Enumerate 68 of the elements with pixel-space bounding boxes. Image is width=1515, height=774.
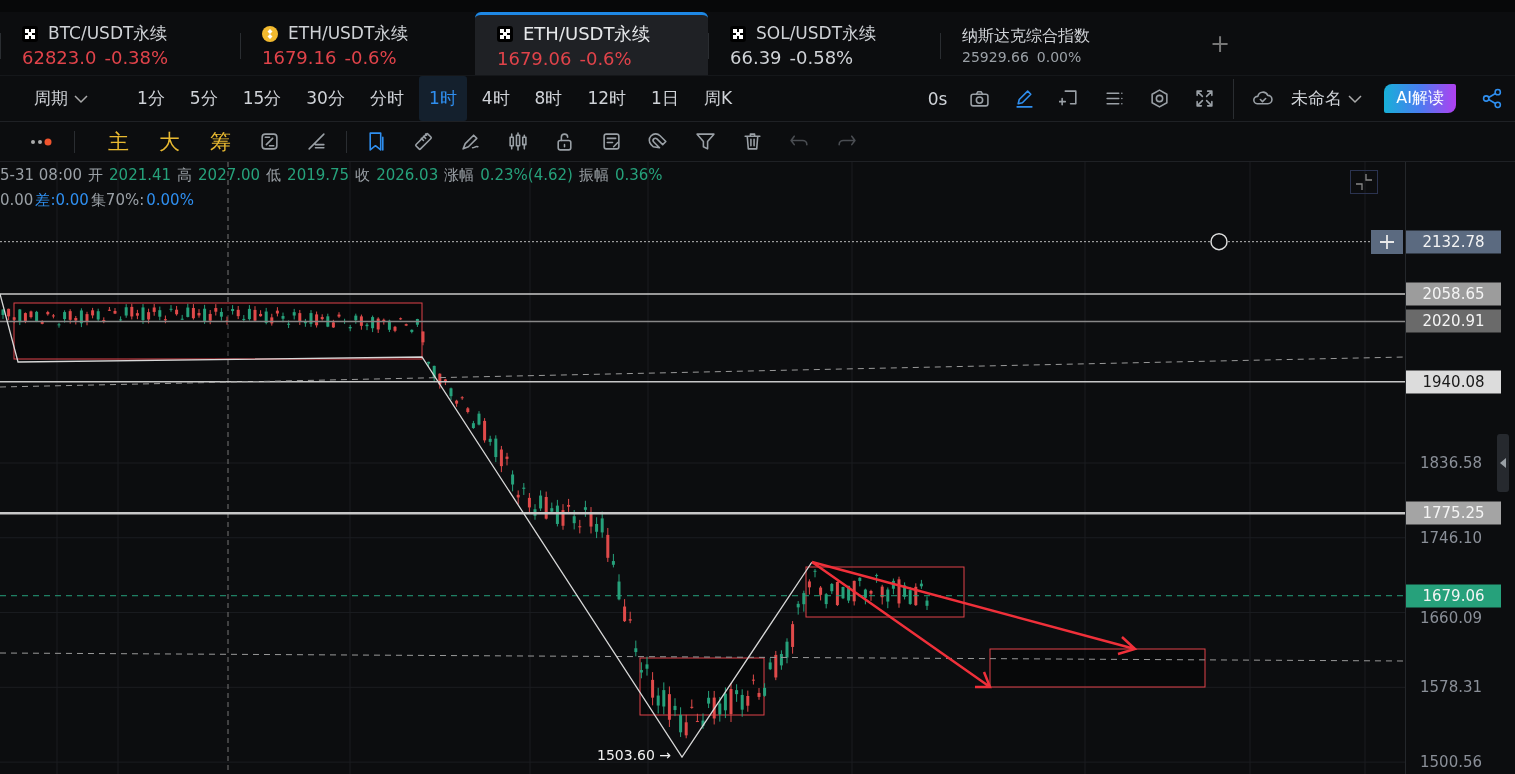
price-text: 1679.06 xyxy=(497,47,572,69)
ohlc-value: 2027.00 xyxy=(198,166,261,185)
symbol-name: ETH/USDT永续 xyxy=(523,21,651,46)
indicator-button[interactable]: 主 xyxy=(106,127,131,156)
price-tag: 1679.06 xyxy=(1406,584,1501,608)
low-price-label: 1503.60 → xyxy=(597,747,672,763)
ohlc-value: 0.23%(4.62) xyxy=(480,166,573,185)
change-text: -0.6% xyxy=(344,47,397,68)
symbol-name: SOL/USDT永续 xyxy=(756,22,877,45)
symbol-name: BTC/USDT永续 xyxy=(48,22,168,45)
change-text: -0.6% xyxy=(579,47,632,69)
indicator-button[interactable]: 筹 xyxy=(208,127,233,156)
ohlc-label: 收 xyxy=(355,166,371,185)
countdown-button[interactable]: 0s xyxy=(917,76,958,121)
period-dropdown[interactable]: 周期 xyxy=(24,76,98,121)
ohlc-value: 0.36% xyxy=(614,166,663,185)
market-tab[interactable]: ETH/USDT永续 1679.16 -0.6% xyxy=(240,12,475,75)
price-tick: 1836.58 xyxy=(1420,454,1483,472)
interval-tab[interactable]: 分时 xyxy=(359,76,414,121)
price-text: 66.39 xyxy=(730,47,782,68)
change-text: -0.58% xyxy=(789,47,854,68)
interval-tab[interactable]: 1时 xyxy=(418,76,467,121)
price-tag: 2132.78 xyxy=(1406,230,1501,254)
layout-name[interactable]: 未命名 xyxy=(1291,76,1343,121)
interval-tab[interactable]: 1日 xyxy=(641,76,689,121)
symbol-name: 纳斯达克综合指数 xyxy=(962,25,1090,47)
ohlc-label: 涨幅 xyxy=(444,166,475,185)
ohlc-label: 低 xyxy=(266,166,282,185)
ohlc-value: 2021.41 xyxy=(109,166,172,185)
market-tab[interactable]: BTC/USDT永续 62823.0 -0.38% xyxy=(0,12,240,75)
indicator-button[interactable]: 大 xyxy=(157,127,182,156)
interval-tab[interactable]: 1分 xyxy=(127,76,175,121)
indicator-text: 集70%: xyxy=(90,191,145,210)
ohlc-label: 振幅 xyxy=(578,166,609,185)
add-tab-button[interactable]: + xyxy=(1210,29,1231,58)
price-text: 1679.16 xyxy=(262,47,337,68)
change-text: -0.38% xyxy=(104,47,169,68)
price-tick: 1746.10 xyxy=(1420,528,1483,547)
ohlc-value: 2019.75 xyxy=(287,166,350,185)
price-tag: 1775.25 xyxy=(1406,501,1501,525)
interval-tab[interactable]: 4时 xyxy=(471,76,520,121)
market-tab[interactable]: ETH/USDT永续 1679.06 -0.6% xyxy=(475,12,708,75)
ohlc-label: 开 xyxy=(88,166,104,185)
indicator-text: 差:0.00 xyxy=(35,191,89,210)
indicator-text: 0.00% xyxy=(146,191,194,210)
bar-time: 5-31 08:00 xyxy=(0,166,83,185)
interval-tab[interactable]: 15分 xyxy=(232,76,292,121)
interval-tab[interactable]: 8时 xyxy=(524,76,573,121)
symbol-name: ETH/USDT永续 xyxy=(288,22,409,45)
price-tag: 2020.91 xyxy=(1406,309,1501,333)
interval-tab[interactable]: 5分 xyxy=(179,76,228,121)
price-tick: 1500.56 xyxy=(1420,753,1483,772)
interval-tab[interactable]: 30分 xyxy=(296,76,355,121)
ai-button[interactable]: AI解读 xyxy=(1384,84,1456,113)
price-tag: 1940.08 xyxy=(1406,370,1501,394)
interval-tab[interactable]: 周K xyxy=(693,76,743,121)
price-text: 62823.0 xyxy=(22,47,97,68)
price-tick: 1578.31 xyxy=(1420,678,1483,697)
price-text: 25929.66 xyxy=(962,48,1029,65)
market-tab[interactable]: 纳斯达克综合指数 25929.66 0.00% xyxy=(940,12,1190,75)
price-tag: 2058.65 xyxy=(1406,282,1501,306)
ohlc-label: 高 xyxy=(177,166,193,185)
change-text: 0.00% xyxy=(1036,48,1082,65)
price-tick: 1660.09 xyxy=(1420,608,1483,627)
ohlc-value: 2026.03 xyxy=(376,166,439,185)
market-tab[interactable]: SOL/USDT永续 66.39 -0.58% xyxy=(708,12,940,75)
indicator-text: 0.00 xyxy=(0,191,34,210)
interval-tab[interactable]: 12时 xyxy=(577,76,637,121)
